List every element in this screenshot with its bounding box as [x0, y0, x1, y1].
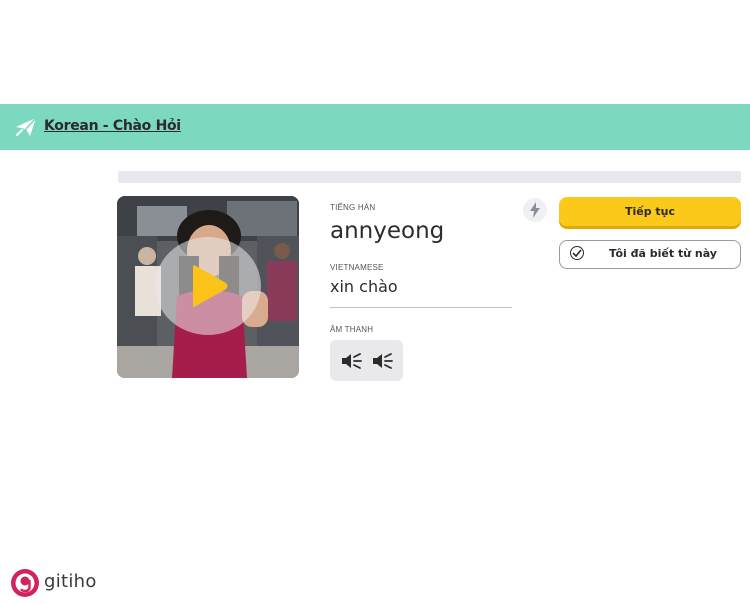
- already-known-button[interactable]: Tôi đã biết từ này: [559, 240, 741, 269]
- target-language-label: VIETNAMESE: [330, 263, 384, 272]
- header-banner: Korean - Chào Hỏi: [0, 104, 750, 150]
- translation-text: xin chào: [330, 277, 398, 296]
- word-text: annyeong: [330, 218, 445, 244]
- play-icon: [193, 265, 228, 307]
- video-player[interactable]: [117, 196, 299, 378]
- lesson-progress-bar: [118, 171, 741, 183]
- course-title-link[interactable]: Korean - Chào Hỏi: [44, 118, 181, 134]
- check-circle-icon: [570, 246, 584, 260]
- already-known-label: Tôi đã biết từ này: [609, 247, 717, 260]
- divider: [330, 307, 512, 308]
- watermark-text: gitiho: [44, 571, 97, 592]
- audio-controls: [330, 340, 403, 381]
- speaker-slow-icon[interactable]: [371, 351, 393, 371]
- lightning-icon: [530, 202, 540, 218]
- source-language-label: TIẾNG HÀN: [330, 203, 376, 212]
- difficult-word-button[interactable]: [523, 198, 547, 222]
- play-button[interactable]: [155, 237, 261, 335]
- audio-label: ÂM THANH: [330, 325, 374, 334]
- gitiho-logo-icon: [11, 569, 39, 597]
- continue-button[interactable]: Tiếp tục: [559, 197, 741, 226]
- speaker-icon[interactable]: [340, 351, 362, 371]
- paper-plane-icon[interactable]: [14, 115, 38, 139]
